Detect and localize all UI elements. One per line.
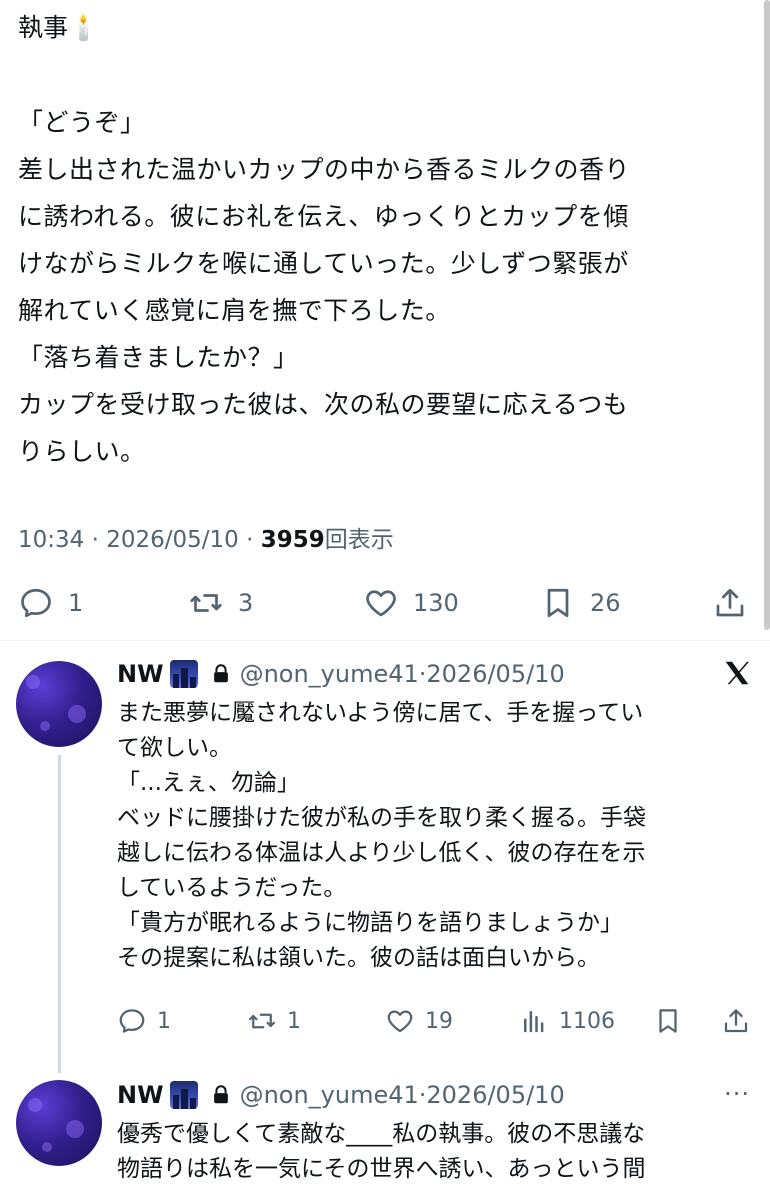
city-night-emoji-icon	[169, 660, 198, 688]
reply-line: て欲しい。	[117, 735, 232, 761]
reply-line: 「...えぇ、勿論」	[117, 770, 300, 796]
reply-line: 優秀で優しくて素敵な____私の執事。彼の不思議な	[117, 1121, 646, 1147]
share-button[interactable]	[721, 1003, 751, 1039]
heart-icon	[387, 1010, 413, 1033]
repost-button[interactable]: 3	[188, 582, 253, 624]
like-count: 130	[413, 589, 459, 617]
speech-bubble-icon	[119, 1009, 145, 1033]
scrollbar[interactable]	[764, 0, 770, 630]
avatar[interactable]	[16, 1080, 102, 1166]
post-body-line: 「どうぞ」	[18, 108, 146, 137]
reply-text: また悪夢に魘されないよう傍に居て、手を握ってい て欲しい。 「...えぇ、勿論」…	[117, 696, 646, 976]
reply-line: しているようだった。	[117, 875, 347, 901]
repost-count: 1	[287, 1008, 301, 1034]
view-count: 1106	[559, 1008, 615, 1034]
user-handle[interactable]: @non_yume41·2026/05/10	[240, 660, 565, 688]
post-body-line: りらしい。	[18, 437, 146, 466]
share-upload-icon	[716, 588, 744, 617]
reply-count: 1	[157, 1008, 171, 1034]
post-body-line: 差し出された温かいカップの中から香るミルクの香り	[18, 155, 631, 184]
bookmark-button[interactable]	[653, 1003, 683, 1039]
reply-text: 優秀で優しくて素敵な____私の執事。彼の不思議な 物語りは私を一気にその世界へ…	[117, 1117, 646, 1187]
share-upload-icon	[724, 1009, 748, 1033]
share-button[interactable]	[712, 582, 748, 624]
views-button[interactable]: 1106	[519, 1003, 615, 1039]
reply-line: また悪夢に魘されないよう傍に居て、手を握ってい	[117, 700, 644, 726]
bookmark-button[interactable]: 26	[540, 582, 621, 624]
bookmark-count: 26	[590, 589, 621, 617]
reply-header: NW @non_yume41·2026/05/10	[117, 657, 565, 691]
more-options-button[interactable]: ···	[724, 1080, 750, 1108]
reply-line: その提案に私は頷いた。彼の話は面白いから。	[117, 945, 600, 971]
post-body-line: 解れていく感覚に肩を撫で下ろした。	[18, 296, 451, 325]
bookmark-icon	[659, 1009, 677, 1033]
x-logo-icon	[725, 661, 749, 685]
view-label: 回表示	[324, 527, 394, 553]
post-action-bar: 1 3 130 26	[18, 582, 753, 624]
post-meta: 10:34 · 2026/05/10 · 3959回表示	[18, 520, 394, 554]
post-timestamp[interactable]: 10:34 · 2026/05/10 ·	[18, 527, 261, 553]
post-body: 「どうぞ」 差し出された温かいカップの中から香るミルクの香り に誘われる。彼にお…	[18, 99, 630, 475]
lock-icon	[213, 1085, 228, 1104]
post-body-line: に誘われる。彼にお礼を伝え、ゆっくりとカップを傾	[18, 202, 629, 231]
view-count: 3959	[260, 527, 325, 553]
reply-line: ベッドに腰掛けた彼が私の手を取り柔く握る。手袋	[117, 805, 646, 831]
repost-button[interactable]: 1	[247, 1003, 301, 1039]
divider	[0, 640, 770, 641]
heart-icon	[366, 590, 396, 617]
repost-count: 3	[238, 589, 254, 617]
reply-line: 「貴方が眠れるように物語りを語りましょうか」	[117, 910, 623, 936]
bar-chart-icon	[524, 1011, 544, 1033]
post-title: 執事🕯️	[18, 13, 100, 42]
user-name[interactable]: NW	[117, 1081, 164, 1109]
reply-line: 越しに伝わる体温は人より少し低く、彼の存在を示	[117, 840, 646, 866]
avatar[interactable]	[16, 661, 102, 747]
reply-header: NW @non_yume41·2026/05/10	[117, 1078, 565, 1112]
repost-arrows-icon	[249, 1013, 275, 1029]
thread-line	[58, 755, 61, 1073]
like-button[interactable]: 19	[385, 1003, 453, 1039]
post-body-line: けながらミルクを喉に通していった。少しずつ緊張が	[18, 249, 629, 278]
like-count: 19	[425, 1008, 453, 1034]
repost-arrows-icon	[190, 594, 222, 612]
reply-action-bar: 1 1 19 1106	[117, 1003, 757, 1039]
post-body-line: 「落ち着きましたか？」	[18, 343, 299, 372]
speech-bubble-icon	[21, 588, 51, 618]
user-name[interactable]: NW	[117, 660, 164, 688]
user-handle[interactable]: @non_yume41·2026/05/10	[240, 1081, 565, 1109]
reply-count: 1	[68, 589, 84, 617]
lock-icon	[213, 664, 228, 683]
post-body-line: カップを受け取った彼は、次の私の要望に応えるつも	[18, 390, 629, 419]
reply-line: 物語りは私を一気にその世界へ誘い、あっという間	[117, 1156, 646, 1182]
city-night-emoji-icon	[169, 1081, 198, 1109]
reply-button[interactable]: 1	[18, 582, 83, 624]
bookmark-icon	[547, 588, 569, 618]
reply-button[interactable]: 1	[117, 1003, 171, 1039]
like-button[interactable]: 130	[363, 582, 459, 624]
